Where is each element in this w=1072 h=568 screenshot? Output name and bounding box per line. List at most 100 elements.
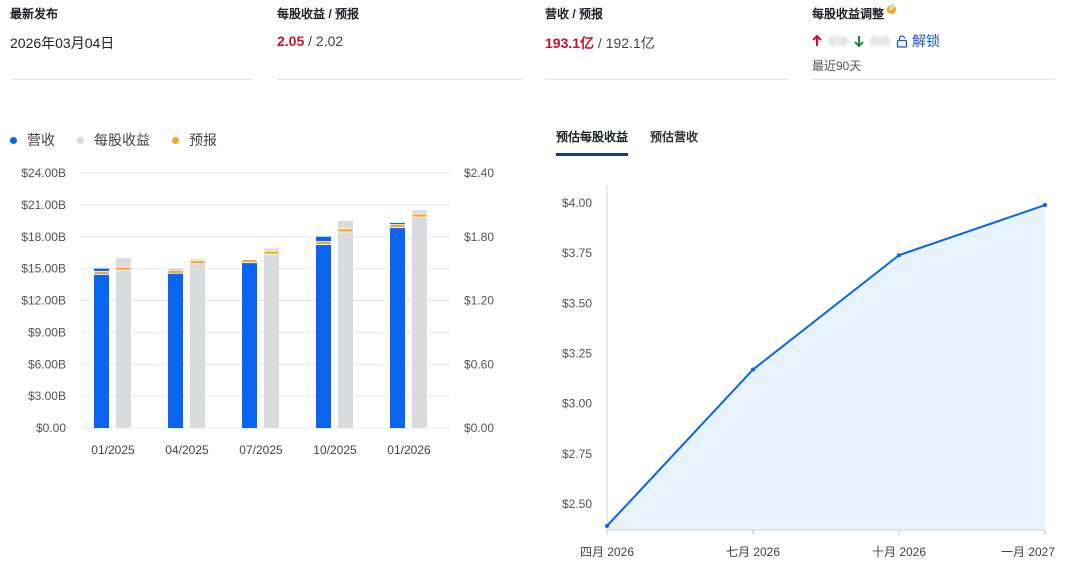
stat-latest-release: 最新发布 2026年03月04日 [10, 5, 253, 80]
stat-revision-label-row: 每股收益调整 P [812, 5, 1055, 22]
unlock-label: 解锁 [912, 33, 940, 49]
legend-forecast-dot [172, 136, 179, 144]
left-axis-tick-label: $0.00 [36, 421, 66, 435]
earnings-bar-chart: $0.00 $3.00B $6.00B $9.00B $12.00B $15.00B $18… [21, 166, 494, 457]
x-axis-tick-label: 四月 2026 [580, 545, 634, 559]
divider [812, 79, 1055, 80]
revenue-separator: / [594, 35, 606, 51]
eps-forecast-point [897, 253, 901, 258]
left-axis-tick-label: $15.00B [21, 262, 66, 276]
stat-eps-label: 每股收益 / 预报 [277, 7, 360, 21]
x-axis-tick-label: 01/2026 [387, 443, 431, 457]
blurred-up-count [828, 36, 848, 46]
x-axis-tick-label: 10/2025 [313, 443, 357, 457]
revenue-bar [94, 268, 109, 428]
left-axis-tick-label: $3.00B [28, 389, 66, 403]
y-axis-tick-label: $3.25 [562, 346, 592, 360]
right-axis-tick-label: $0.60 [464, 357, 494, 371]
eps-forecast-point [1043, 203, 1047, 208]
y-axis-tick-label: $2.50 [562, 497, 592, 511]
legend-forecast[interactable]: 预报 [172, 130, 217, 150]
right-axis-tick-label: $1.20 [464, 294, 494, 308]
forecast-tabs: 预估每股收益 预估营收 [556, 128, 698, 156]
eps-forecast-area [607, 205, 1045, 530]
eps-bar [338, 220, 353, 428]
eps-bar [264, 248, 279, 428]
left-axis-tick-label: $18.00B [21, 230, 66, 244]
revenue-forecast: 192.1亿 [605, 35, 655, 51]
revenue-bar [242, 260, 257, 428]
eps-forecast-point [751, 367, 755, 372]
revision-values: 解锁 [812, 31, 1055, 51]
tab-eps-forecast[interactable]: 预估每股收益 [556, 128, 629, 156]
blurred-down-count [870, 36, 890, 46]
tab-revenue-forecast[interactable]: 预估营收 [650, 128, 698, 156]
legend-eps-dot [77, 136, 84, 144]
legend-revenue-dot [10, 136, 17, 144]
x-axis-tick-label: 01/2025 [91, 443, 135, 457]
bar-chart-legend: 营收 每股收益 预报 [10, 130, 217, 150]
x-axis-tick-label: 04/2025 [165, 443, 209, 457]
x-axis-tick-label: 一月 2027 [1001, 545, 1055, 559]
y-axis-tick-label: $2.75 [562, 447, 592, 461]
left-axis-tick-label: $21.00B [21, 198, 66, 212]
left-axis-tick-label: $12.00B [21, 294, 66, 308]
x-axis-tick-label: 07/2025 [239, 443, 283, 457]
revenue-actual: 193.1亿 [545, 35, 595, 51]
unlock-link[interactable]: 解锁 [896, 31, 940, 51]
eps-forecast: 2.02 [315, 33, 344, 49]
eps-forecast-mark [115, 266, 132, 271]
left-axis-tick-label: $24.00B [21, 166, 66, 180]
y-axis-tick-label: $3.50 [562, 296, 592, 310]
revenue-forecast-mark [167, 269, 184, 274]
revenue-forecast-mark [93, 270, 110, 275]
right-axis-tick-label: $0.00 [464, 421, 494, 435]
revenue-forecast-mark [241, 259, 258, 264]
stat-eps-value: 2.05 / 2.02 [277, 33, 522, 49]
arrow-down-icon [854, 36, 864, 47]
stat-eps: 每股收益 / 预报 2.05 / 2.02 [277, 5, 522, 80]
right-axis-tick-label: $2.40 [464, 166, 494, 180]
stat-eps-revision: 每股收益调整 P 解锁 最近90天 [812, 5, 1055, 80]
lock-icon [896, 34, 908, 48]
revenue-forecast-mark [315, 241, 332, 246]
y-axis-tick-label: $4.00 [562, 196, 592, 210]
divider [545, 79, 788, 80]
eps-forecast-mark [263, 250, 280, 255]
eps-bar [116, 258, 131, 428]
divider [277, 79, 522, 80]
revenue-forecast-mark [389, 224, 406, 229]
eps-forecast-mark [337, 228, 354, 233]
revenue-bar [390, 222, 405, 428]
eps-forecast-point [605, 523, 609, 528]
stat-revenue: 营收 / 预报 193.1亿 / 192.1亿 [545, 5, 788, 80]
pro-badge-icon: P [887, 5, 897, 14]
stat-latest-value: 2026年03月04日 [10, 35, 115, 51]
revision-period: 最近90天 [812, 59, 862, 73]
x-axis-tick-label: 七月 2026 [726, 545, 780, 559]
stat-revenue-label: 营收 / 预报 [545, 7, 604, 21]
legend-eps-label: 每股收益 [94, 132, 150, 148]
eps-actual: 2.05 [277, 33, 305, 49]
y-axis-tick-label: $3.00 [562, 397, 592, 411]
eps-forecast-mark [411, 213, 428, 218]
legend-revenue-label: 营收 [27, 132, 55, 148]
stat-revenue-value: 193.1亿 / 192.1亿 [545, 33, 788, 53]
legend-revenue[interactable]: 营收 [10, 130, 55, 150]
right-axis-tick-label: $1.80 [464, 230, 494, 244]
stat-latest-label: 最新发布 [10, 7, 59, 21]
legend-forecast-label: 预报 [189, 132, 217, 148]
revenue-bar [168, 269, 183, 428]
eps-bar [190, 259, 205, 428]
left-axis-tick-label: $9.00B [28, 325, 66, 339]
eps-separator: / [304, 33, 316, 49]
stat-revision-label: 每股收益调整 [812, 7, 885, 21]
arrow-up-icon [812, 35, 822, 46]
y-axis-tick-label: $3.75 [562, 246, 592, 260]
eps-forecast-mark [189, 260, 206, 265]
x-axis-tick-label: 十月 2026 [872, 545, 926, 559]
left-axis-tick-label: $6.00B [28, 357, 66, 371]
revenue-bar [316, 236, 331, 428]
legend-eps[interactable]: 每股收益 [77, 130, 150, 150]
divider [10, 79, 253, 80]
